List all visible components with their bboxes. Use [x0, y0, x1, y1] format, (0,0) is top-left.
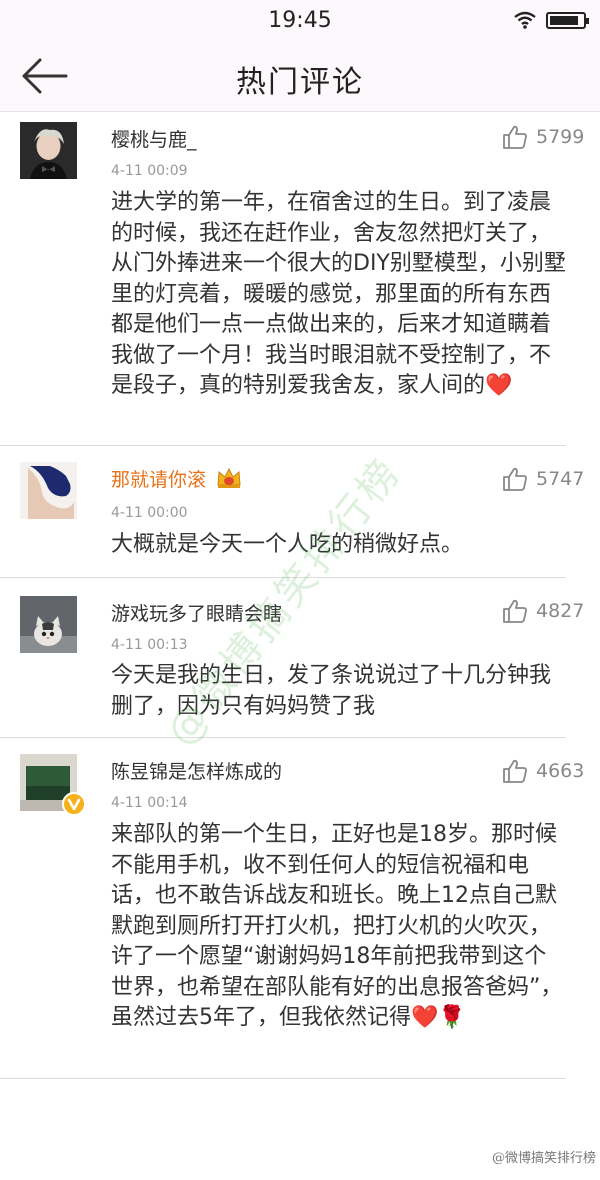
- username[interactable]: 樱桃与鹿_: [111, 125, 197, 152]
- comment-time: 4-11 00:13: [111, 637, 188, 653]
- comment-text-content: 进大学的第一年，在宿舍过的生日。到了凌晨的时候，我还在赶作业，舍友忽然把灯关了，…: [111, 190, 566, 398]
- like-count: 4827: [536, 600, 585, 622]
- comment-text: 来部队的第一个生日，正好也是18岁。那时候不能用手机，收不到任何人的短信祝福和电…: [111, 820, 566, 1034]
- like-button[interactable]: 5747: [502, 466, 598, 494]
- comment-text: 进大学的第一年，在宿舍过的生日。到了凌晨的时候，我还在赶作业，舍友忽然把灯关了，…: [111, 188, 566, 402]
- comment-item: 樱桃与鹿_ 4-11 00:09 5799 进大学的第一年，在宿舍过的生日。到了…: [0, 112, 584, 446]
- status-time: 19:45: [268, 8, 332, 33]
- status-bar: 19:45: [0, 0, 600, 40]
- like-button[interactable]: 5799: [502, 124, 598, 152]
- avatar[interactable]: [20, 122, 77, 179]
- avatar[interactable]: [20, 754, 86, 816]
- username[interactable]: 陈昱锦是怎样炼成的: [111, 757, 282, 784]
- thumbs-up-icon: [503, 599, 527, 623]
- comment-item: 那就请你滚 4-11 00:00 5747 大概就是今天一个人吃的稍微好点。: [0, 446, 584, 578]
- crown-vip-icon: [217, 467, 241, 488]
- watermark-credit: @微博搞笑排行榜: [491, 1151, 596, 1166]
- verified-v-icon: [62, 792, 86, 816]
- comment-item: 陈昱锦是怎样炼成的 4-11 00:14 4663 来部队的第一个生日，正好也是…: [0, 738, 584, 1079]
- like-count: 4663: [536, 760, 585, 782]
- wifi-icon: [514, 11, 536, 29]
- like-button[interactable]: 4663: [502, 758, 598, 786]
- heart-rose-emoji: ❤️🌹: [411, 1005, 466, 1030]
- like-button[interactable]: 4827: [502, 598, 598, 626]
- comment-time: 4-11 00:09: [111, 163, 188, 179]
- thumbs-up-icon: [503, 125, 527, 149]
- comment-text: 今天是我的生日，发了条说说过了十几分钟我删了，因为只有妈妈赞了我: [111, 663, 552, 719]
- like-count: 5747: [536, 468, 585, 490]
- avatar[interactable]: [20, 596, 77, 653]
- comment-time: 4-11 00:00: [111, 505, 188, 521]
- comment-time: 4-11 00:14: [111, 795, 188, 811]
- comment-item: 游戏玩多了眼睛会瞎 4-11 00:13 4827 今天是我的生日，发了条说说过…: [0, 578, 584, 738]
- thumbs-up-icon: [503, 759, 527, 783]
- like-count: 5799: [536, 126, 585, 148]
- page-title: 热门评论: [236, 65, 364, 100]
- comment-text: 大概就是今天一个人吃的稍微好点。: [111, 532, 464, 557]
- thumbs-up-icon: [503, 467, 527, 491]
- battery-icon: [546, 12, 589, 29]
- nav-bar: 热门评论: [0, 40, 600, 112]
- username[interactable]: 游戏玩多了眼睛会瞎: [111, 599, 282, 626]
- comment-list: 樱桃与鹿_ 4-11 00:09 5799 进大学的第一年，在宿舍过的生日。到了…: [0, 112, 600, 1079]
- heart-emoji: ❤️: [485, 373, 513, 398]
- username[interactable]: 那就请你滚: [111, 465, 242, 492]
- username-text: 那就请你滚: [111, 469, 207, 491]
- comment-text-content: 来部队的第一个生日，正好也是18岁。那时候不能用手机，收不到任何人的短信祝福和电…: [111, 822, 563, 1030]
- avatar[interactable]: [20, 462, 77, 519]
